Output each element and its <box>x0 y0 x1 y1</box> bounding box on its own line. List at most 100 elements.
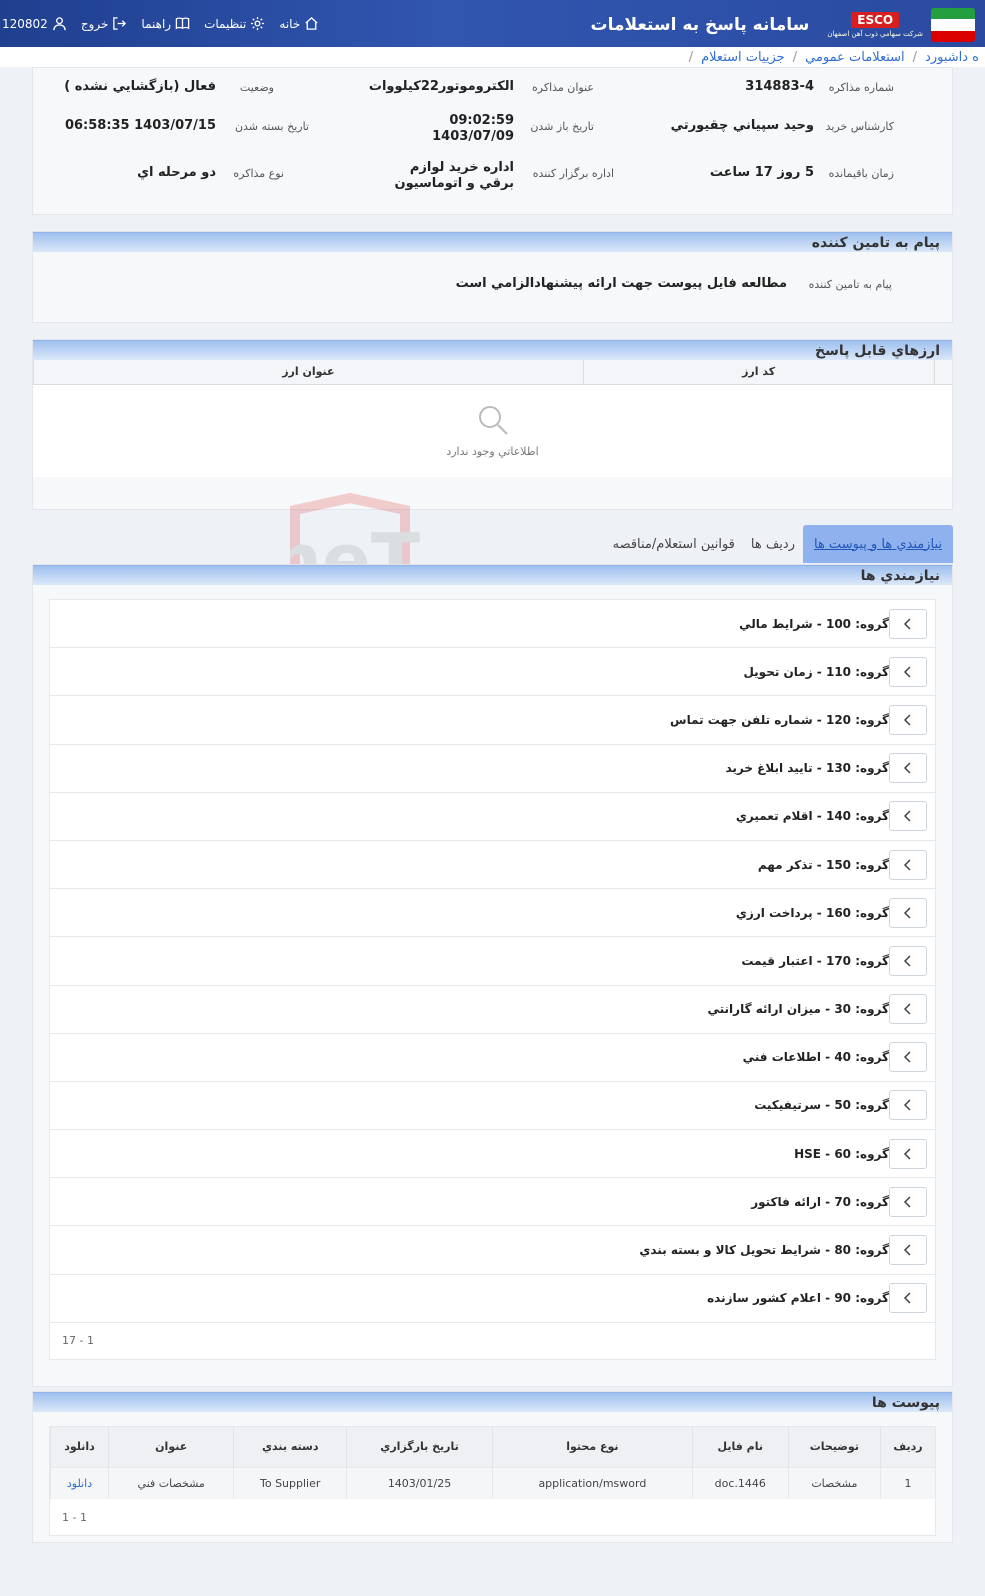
chevron-left-icon <box>903 955 911 967</box>
requirement-group-row[interactable]: گروه: 80 - شرايط تحويل كالا و بسته بندي <box>50 1226 935 1275</box>
requirement-group-row[interactable]: گروه: 160 - پرداخت ارزي <box>50 889 935 938</box>
chevron-left-icon <box>903 1003 911 1015</box>
requirement-group-title: گروه: 150 - تذكر مهم <box>757 857 889 872</box>
status-value: فعال (بازگشايي نشده ) <box>64 79 216 94</box>
chevron-left-icon <box>903 810 911 822</box>
requirement-group-row[interactable]: گروه: 90 - اعلام كشور سازنده <box>50 1275 935 1323</box>
attachments-col-header[interactable]: دانلود <box>49 1427 109 1467</box>
attachments-cell: application/msword <box>491 1466 693 1499</box>
col-currency-code[interactable]: كد ارز <box>582 360 934 385</box>
expand-group-button[interactable] <box>889 801 927 832</box>
chevron-left-icon <box>903 1292 911 1304</box>
expand-group-button[interactable] <box>889 945 927 976</box>
logout-link[interactable]: خروج <box>81 16 128 31</box>
requirement-group-row[interactable]: گروه: 110 - زمان تحويل <box>50 648 935 697</box>
attachments-pager: 1 - 1 <box>62 1510 87 1524</box>
attachments-cell: 1403/01/25 <box>346 1466 493 1499</box>
attachments-col-header[interactable]: رديف <box>879 1427 935 1467</box>
chevron-left-icon <box>903 1244 911 1256</box>
attachments-col-header[interactable]: عنوان <box>108 1427 234 1467</box>
attachments-col-header[interactable]: نام فايل <box>691 1427 789 1467</box>
breadcrumb-dashboard[interactable]: ه داشبورد <box>925 50 979 65</box>
attachments-panel: پيوست ها رديف توضيحات نام فايل نوع محتوا تار… <box>32 1391 953 1543</box>
chevron-left-icon <box>903 762 911 774</box>
iran-flag-logo <box>931 8 975 42</box>
currencies-table: كد ارز عنوان ارز <box>33 360 952 385</box>
buyer-expert: وحيد سپياني چقيورتي <box>670 118 814 133</box>
requirements-title: نيازمندي ها <box>33 565 952 585</box>
expand-group-button[interactable] <box>889 1186 927 1217</box>
expand-group-button[interactable] <box>889 1283 927 1314</box>
attachments-col-header[interactable]: تاريخ بارگزاري <box>346 1427 493 1467</box>
requirement-group-row[interactable]: گروه: 170 - اعتبار قيمت <box>50 937 935 986</box>
tab-requirements-attachments[interactable]: نيازمندي ها و پيوست ها <box>803 525 953 563</box>
breadcrumb-public-inquiries[interactable]: استعلامات عمومي <box>805 50 905 65</box>
guide-link[interactable]: راهنما <box>141 16 190 31</box>
attachments-cell: مشخصات <box>787 1466 881 1499</box>
requirement-group-title: گروه: 80 - شرايط تحويل كالا و بسته بندي <box>639 1243 889 1258</box>
tab-rows[interactable]: رديف ها <box>743 525 803 563</box>
open-date-label: تاريخ باز شدن <box>530 120 594 133</box>
requirement-group-row[interactable]: گروه: 150 - تذكر مهم <box>50 841 935 890</box>
requirement-group-row[interactable]: گروه: 100 - شرايط مالي <box>50 600 935 649</box>
home-icon <box>305 16 318 30</box>
negotiation-type: دو مرحله اي <box>137 165 216 180</box>
breadcrumb-inquiry-details[interactable]: جزييات استعلام <box>701 50 785 65</box>
expand-group-button[interactable] <box>889 897 927 928</box>
requirement-group-row[interactable]: گروه: 40 - اطلاعات فني <box>50 1034 935 1082</box>
breadcrumb: ه داشبورد / استعلامات عمومي / جزييات است… <box>0 47 985 67</box>
requirement-group-title: گروه: 90 - اعلام كشور سازنده <box>707 1291 889 1306</box>
negotiation-type-label: نوع مذاكره <box>233 167 284 180</box>
requirement-group-title: گروه: 60 - HSE <box>794 1146 889 1161</box>
breadcrumb-separator: / <box>912 49 918 65</box>
chevron-left-icon <box>903 1148 911 1160</box>
attachments-col-header[interactable]: نوع محتوا <box>491 1427 693 1467</box>
attachments-cell: doc.1446 <box>691 1466 789 1499</box>
requirement-group-row[interactable]: گروه: 60 - HSE <box>50 1130 935 1179</box>
settings-link[interactable]: تنظيمات <box>204 16 265 31</box>
open-date: 1403/07/09 <box>432 129 514 144</box>
expand-group-button[interactable] <box>889 849 927 880</box>
expand-group-button[interactable] <box>889 753 927 784</box>
top-nav: 120802 خروج راهنما تنظيمات خانه <box>0 0 319 47</box>
empty-state-text: اطلاعاتي وجود ندارد <box>446 445 539 458</box>
requirement-group-row[interactable]: گروه: 70 - ارائه فاكتور <box>50 1178 935 1227</box>
negotiation-number-label: شماره مذاكره <box>828 81 894 94</box>
expand-group-button[interactable] <box>889 1090 927 1121</box>
user-menu[interactable]: 120802 <box>2 16 67 31</box>
requirement-group-row[interactable]: گروه: 50 - سرتيفيكيت <box>50 1082 935 1131</box>
requirement-group-title: گروه: 160 - پرداخت ارزي <box>735 905 889 920</box>
requirement-group-row[interactable]: گروه: 140 - اقلام تعميري <box>50 793 935 841</box>
currencies-panel: ارزهاي قابل پاسخ كد ارز عنوان ارز اطلاعا… <box>32 339 953 510</box>
gear-icon <box>251 16 265 31</box>
organizer-label: اداره برگزار كننده <box>532 167 614 180</box>
chevron-left-icon <box>903 1051 911 1063</box>
attachments-col-header[interactable]: توضيحات <box>787 1427 881 1467</box>
expand-group-button[interactable] <box>889 608 927 639</box>
negotiation-title: الكتروموتور22كيلووات <box>368 79 514 94</box>
supplier-message-label: پيام به تامين كننده <box>808 278 892 291</box>
requirement-group-row[interactable]: گروه: 130 - تاييد ابلاغ خريد <box>50 745 935 793</box>
search-icon <box>478 406 508 435</box>
attachments-title: پيوست ها <box>33 1392 952 1412</box>
home-link[interactable]: خانه <box>279 16 319 31</box>
attachments-col-header[interactable]: دسته بندي <box>233 1427 347 1467</box>
download-link[interactable]: دانلود <box>67 1477 92 1490</box>
book-icon <box>175 17 190 30</box>
expand-group-button[interactable] <box>889 656 927 687</box>
requirement-group-row[interactable]: گروه: 30 - ميزان ارائه گارانتي <box>50 986 935 1034</box>
table-row: 1 مشخصات doc.1446 application/msword 1403/01… <box>49 1466 935 1499</box>
tab-inquiry-rules[interactable]: قوانين استعلام/مناقصه <box>605 525 743 563</box>
expand-group-button[interactable] <box>889 704 927 735</box>
empty-state: اطلاعاتي وجود ندارد <box>33 384 952 477</box>
expand-group-button[interactable] <box>889 1042 927 1073</box>
attachments-cell: دانلود <box>49 1466 109 1499</box>
user-id: 120802 <box>2 16 48 31</box>
attachments-cell: مشخصات فني <box>108 1466 234 1499</box>
requirement-group-row[interactable]: گروه: 120 - شماره تلفن جهت تماس <box>50 696 935 745</box>
expand-group-button[interactable] <box>889 1138 927 1169</box>
expand-group-button[interactable] <box>889 1235 927 1266</box>
close-date-label: تاريخ بسته شدن <box>234 120 309 133</box>
col-currency-title[interactable]: عنوان ارز <box>33 360 584 385</box>
expand-group-button[interactable] <box>889 994 927 1025</box>
